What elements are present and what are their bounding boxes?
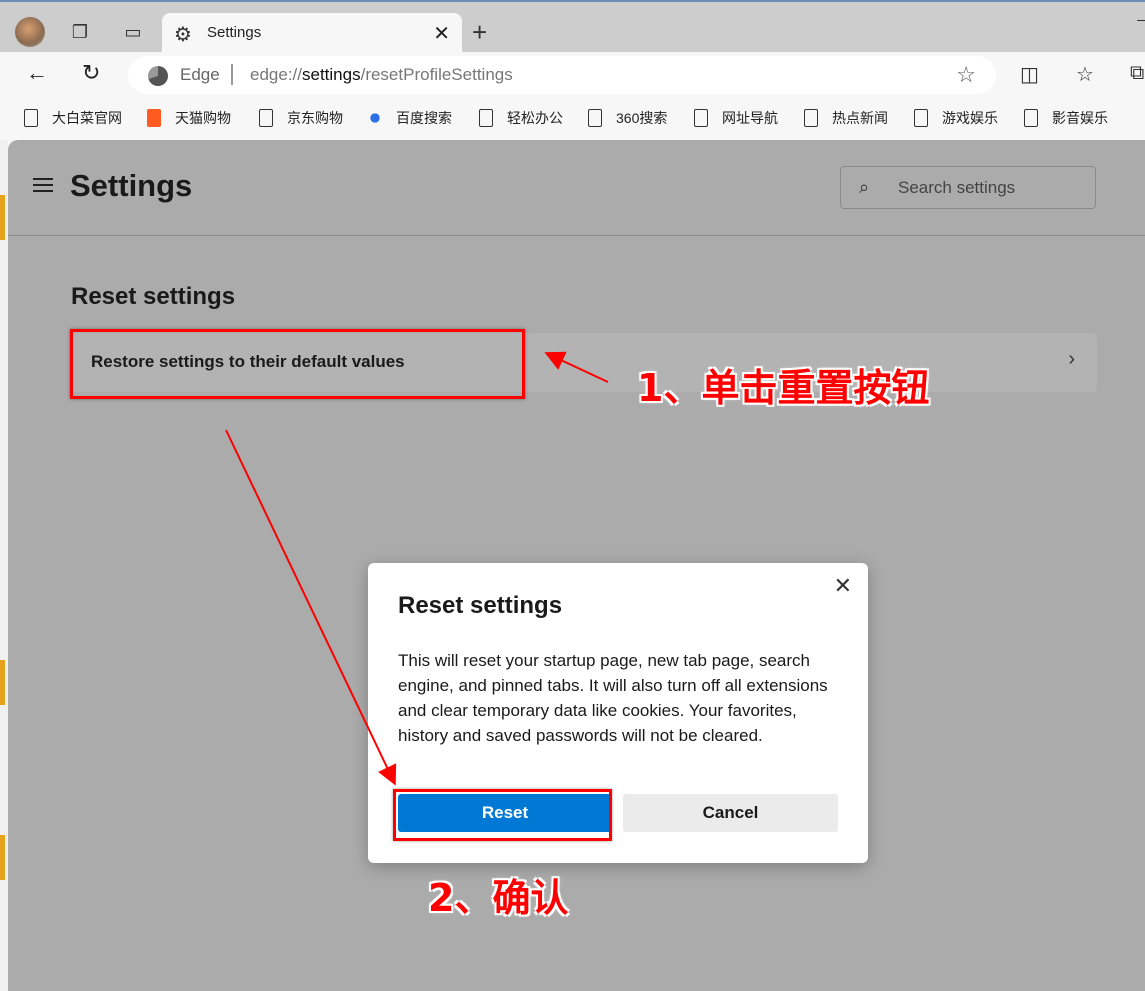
annotation-arrows <box>225 351 609 786</box>
annotation-step2: 2、确认 <box>428 876 569 920</box>
arrow-step2 <box>225 429 397 786</box>
annotation-step1: 1、单击重置按钮 <box>637 366 930 410</box>
arrow-step1 <box>544 351 609 383</box>
